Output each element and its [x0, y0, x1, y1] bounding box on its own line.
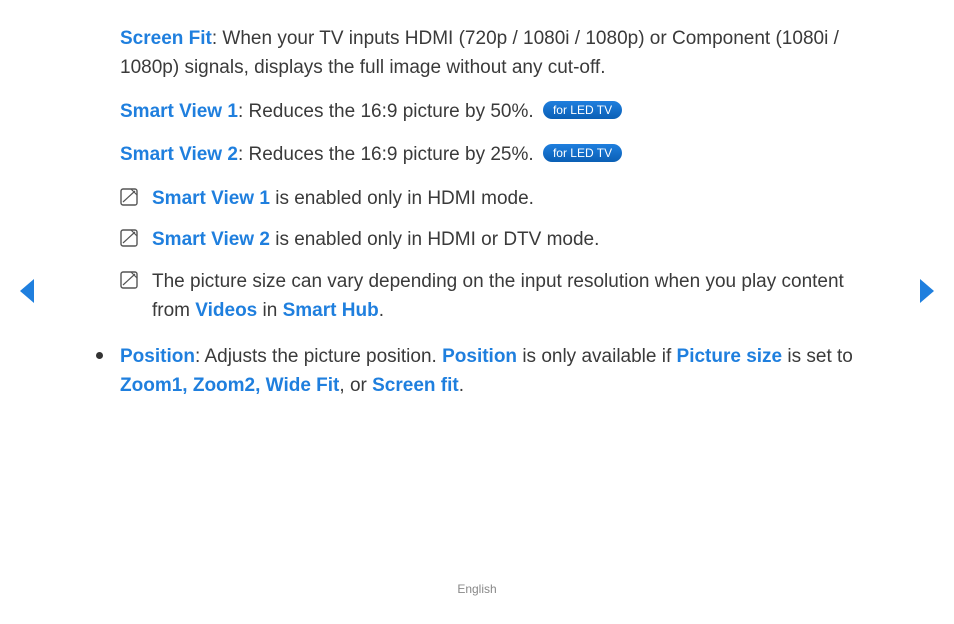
position-text: Position: Adjusts the picture position. … — [98, 342, 884, 401]
note2-rest: is enabled only in HDMI or DTV mode. — [270, 229, 599, 250]
note3-post: . — [379, 300, 384, 321]
desc-smart-view-1: : Reduces the 16:9 picture by 50%. — [238, 101, 539, 122]
position-p3: is set to — [782, 346, 853, 367]
position-p1: : Adjusts the picture position. — [195, 346, 442, 367]
bullet-dot-icon — [96, 352, 103, 359]
position-term3: Picture size — [677, 346, 783, 367]
note-icon — [120, 188, 138, 206]
footer-language: English — [0, 582, 954, 596]
note1-rest: is enabled only in HDMI mode. — [270, 188, 534, 209]
note-icon — [120, 271, 138, 289]
position-term: Position — [120, 346, 195, 367]
note2-term: Smart View 2 — [152, 229, 270, 250]
position-p2: is only available if — [517, 346, 676, 367]
prev-page-button[interactable] — [18, 278, 36, 304]
note3-mid: in — [257, 300, 282, 321]
position-p5: . — [459, 375, 464, 396]
term-smart-view-1: Smart View 1 — [120, 101, 238, 122]
position-p4: , or — [339, 375, 372, 396]
item-screen-fit: Screen Fit: When your TV inputs HDMI (72… — [120, 24, 884, 83]
item-position: Position: Adjusts the picture position. … — [98, 342, 884, 401]
item-smart-view-1: Smart View 1: Reduces the 16:9 picture b… — [120, 97, 884, 126]
term-screen-fit: Screen Fit — [120, 28, 212, 49]
next-page-button[interactable] — [918, 278, 936, 304]
desc-smart-view-2: : Reduces the 16:9 picture by 25%. — [238, 144, 539, 165]
note-item-3: The picture size can vary depending on t… — [120, 267, 884, 326]
badge-led-tv-1: for LED TV — [543, 101, 622, 119]
triangle-left-icon — [18, 278, 36, 304]
position-term5: Screen fit — [372, 375, 459, 396]
note-item-1: Smart View 1 is enabled only in HDMI mod… — [120, 184, 884, 213]
note-item-2: Smart View 2 is enabled only in HDMI or … — [120, 225, 884, 254]
note-list: Smart View 1 is enabled only in HDMI mod… — [120, 184, 884, 326]
term-smart-view-2: Smart View 2 — [120, 144, 238, 165]
badge-led-tv-2: for LED TV — [543, 144, 622, 162]
note3-link2: Smart Hub — [283, 300, 379, 321]
desc-screen-fit: : When your TV inputs HDMI (720p / 1080i… — [120, 28, 839, 78]
position-term4: Zoom1, Zoom2, Wide Fit — [120, 375, 339, 396]
note-icon — [120, 229, 138, 247]
item-smart-view-2: Smart View 2: Reduces the 16:9 picture b… — [120, 140, 884, 169]
manual-page: Screen Fit: When your TV inputs HDMI (72… — [0, 0, 954, 624]
content-area: Screen Fit: When your TV inputs HDMI (72… — [60, 24, 894, 400]
note3-link1: Videos — [195, 300, 257, 321]
note1-term: Smart View 1 — [152, 188, 270, 209]
triangle-right-icon — [918, 278, 936, 304]
position-term2: Position — [442, 346, 517, 367]
